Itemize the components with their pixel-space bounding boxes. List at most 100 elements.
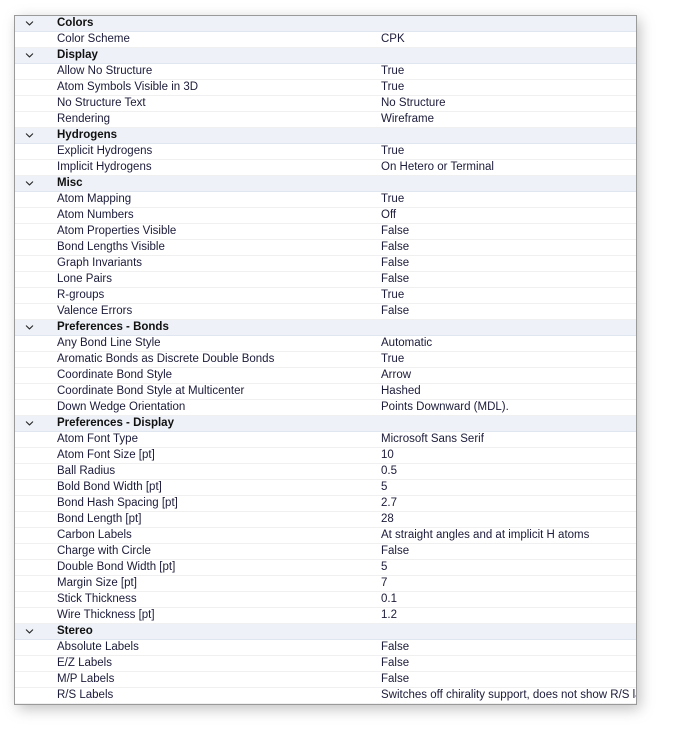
property-value-charge-with-circle[interactable]: False (373, 544, 636, 559)
property-value-coordinate-bond-style-at-multicenter[interactable]: Hashed (373, 384, 636, 399)
property-value-bond-length-pt[interactable]: 28 (373, 512, 636, 527)
chevron-down-icon[interactable] (15, 16, 44, 31)
property-row[interactable]: Margin Size [pt] 7 (15, 576, 636, 592)
property-row[interactable]: R/S Labels Switches off chirality support… (15, 688, 636, 704)
property-row[interactable]: Atom Font Type Microsoft Sans Serif (15, 432, 636, 448)
property-row[interactable]: M/P Labels False (15, 672, 636, 688)
property-value-carbon-labels[interactable]: At straight angles and at implicit H ato… (373, 528, 636, 543)
property-grid-panel[interactable]: Colors Color Scheme CPK Display Allow No Str… (14, 15, 637, 705)
chevron-down-icon[interactable] (15, 416, 44, 431)
property-value-no-structure-text[interactable]: No Structure (373, 96, 636, 111)
property-group-colors[interactable]: Colors (15, 16, 636, 32)
property-row[interactable]: Wire Thickness [pt] 1.2 (15, 608, 636, 624)
property-row[interactable]: Graph Invariants False (15, 256, 636, 272)
property-row[interactable]: Atom Numbers Off (15, 208, 636, 224)
property-value-atom-symbols-visible-in-3d[interactable]: True (373, 80, 636, 95)
property-row[interactable]: Lone Pairs False (15, 272, 636, 288)
property-value-double-bond-width-pt[interactable]: 5 (373, 560, 636, 575)
property-value-bond-lengths-visible[interactable]: False (373, 240, 636, 255)
property-row[interactable]: Bold Bond Width [pt] 5 (15, 480, 636, 496)
property-value-wire-thickness-pt[interactable]: 1.2 (373, 608, 636, 623)
property-group-label: Display (57, 49, 98, 61)
property-row[interactable]: No Structure Text No Structure (15, 96, 636, 112)
property-value-r-groups[interactable]: True (373, 288, 636, 303)
property-row[interactable]: Charge with Circle False (15, 544, 636, 560)
property-group-hydrogens[interactable]: Hydrogens (15, 128, 636, 144)
property-value-atom-numbers[interactable]: Off (373, 208, 636, 223)
property-value-valence-errors[interactable]: False (373, 304, 636, 319)
property-row[interactable]: Coordinate Bond Style Arrow (15, 368, 636, 384)
property-row[interactable]: Atom Mapping True (15, 192, 636, 208)
property-row[interactable]: R-groups True (15, 288, 636, 304)
property-value-down-wedge-orientation[interactable]: Points Downward (MDL). (373, 400, 636, 415)
property-row[interactable]: Down Wedge Orientation Points Downward (M… (15, 400, 636, 416)
property-value-stick-thickness[interactable]: 0.1 (373, 592, 636, 607)
row-gutter (15, 448, 44, 463)
property-row[interactable]: Valence Errors False (15, 304, 636, 320)
property-group-preferences-bonds[interactable]: Preferences - Bonds (15, 320, 636, 336)
property-value-atom-font-size-pt[interactable]: 10 (373, 448, 636, 463)
property-row[interactable]: Coordinate Bond Style at Multicenter Hash… (15, 384, 636, 400)
property-group-preferences-display[interactable]: Preferences - Display (15, 416, 636, 432)
chevron-down-icon[interactable] (15, 48, 44, 63)
property-value-allow-no-structure[interactable]: True (373, 64, 636, 79)
row-gutter (15, 160, 44, 175)
property-row[interactable]: Stick Thickness 0.1 (15, 592, 636, 608)
property-row[interactable]: Aromatic Bonds as Discrete Double Bonds T… (15, 352, 636, 368)
property-name-bond-lengths-visible: Bond Lengths Visible (57, 241, 165, 253)
property-row[interactable]: Atom Symbols Visible in 3D True (15, 80, 636, 96)
property-row[interactable]: Bond Length [pt] 28 (15, 512, 636, 528)
chevron-down-icon[interactable] (15, 624, 44, 639)
property-value-aromatic-bonds-as-discrete-double-bonds[interactable]: True (373, 352, 636, 367)
property-row[interactable]: Atom Properties Visible False (15, 224, 636, 240)
property-name-color-scheme: Color Scheme (57, 33, 130, 45)
property-row[interactable]: Explicit Hydrogens True (15, 144, 636, 160)
property-value-any-bond-line-style[interactable]: Automatic (373, 336, 636, 351)
property-row[interactable]: Bond Lengths Visible False (15, 240, 636, 256)
property-value-e-z-labels[interactable]: False (373, 656, 636, 671)
property-value-color-scheme[interactable]: CPK (373, 32, 636, 47)
property-row[interactable]: Double Bond Width [pt] 5 (15, 560, 636, 576)
property-value-explicit-hydrogens[interactable]: True (373, 144, 636, 159)
row-gutter (15, 32, 44, 47)
property-row[interactable]: Bond Hash Spacing [pt] 2.7 (15, 496, 636, 512)
property-value-atom-properties-visible[interactable]: False (373, 224, 636, 239)
property-row[interactable]: Allow No Structure True (15, 64, 636, 80)
property-value-rendering[interactable]: Wireframe (373, 112, 636, 127)
property-value-bond-hash-spacing-pt[interactable]: 2.7 (373, 496, 636, 511)
property-row[interactable]: Ball Radius 0.5 (15, 464, 636, 480)
property-value-m-p-labels[interactable]: False (373, 672, 636, 687)
property-value-ball-radius[interactable]: 0.5 (373, 464, 636, 479)
property-row[interactable]: Color Scheme CPK (15, 32, 636, 48)
property-value-bold-bond-width-pt[interactable]: 5 (373, 480, 636, 495)
property-name-margin-size-pt: Margin Size [pt] (57, 577, 137, 589)
property-name-rendering: Rendering (57, 113, 111, 125)
chevron-down-icon[interactable] (15, 320, 44, 335)
property-value-atom-font-type[interactable]: Microsoft Sans Serif (373, 432, 636, 447)
property-row[interactable]: Atom Font Size [pt] 10 (15, 448, 636, 464)
property-row[interactable]: Rendering Wireframe (15, 112, 636, 128)
property-value-coordinate-bond-style[interactable]: Arrow (373, 368, 636, 383)
property-value-absolute-labels[interactable]: False (373, 640, 636, 655)
property-row[interactable]: E/Z Labels False (15, 656, 636, 672)
property-name-bond-hash-spacing-pt: Bond Hash Spacing [pt] (57, 497, 178, 509)
property-row[interactable]: Absolute Labels False (15, 640, 636, 656)
row-gutter (15, 336, 44, 351)
property-value-atom-mapping[interactable]: True (373, 192, 636, 207)
property-group-misc[interactable]: Misc (15, 176, 636, 192)
property-row[interactable]: Any Bond Line Style Automatic (15, 336, 636, 352)
property-group-stereo[interactable]: Stereo (15, 624, 636, 640)
property-group-display[interactable]: Display (15, 48, 636, 64)
property-row[interactable]: Implicit Hydrogens On Hetero or Terminal (15, 160, 636, 176)
property-row[interactable]: Carbon Labels At straight angles and at i… (15, 528, 636, 544)
row-gutter (15, 80, 44, 95)
property-value-lone-pairs[interactable]: False (373, 272, 636, 287)
property-value-r-s-labels[interactable]: Switches off chirality support, does not… (373, 688, 636, 703)
chevron-down-icon[interactable] (15, 128, 44, 143)
property-value-implicit-hydrogens[interactable]: On Hetero or Terminal (373, 160, 636, 175)
property-value-graph-invariants[interactable]: False (373, 256, 636, 271)
chevron-down-icon[interactable] (15, 176, 44, 191)
property-name-carbon-labels: Carbon Labels (57, 529, 132, 541)
row-gutter (15, 64, 44, 79)
property-value-margin-size-pt[interactable]: 7 (373, 576, 636, 591)
